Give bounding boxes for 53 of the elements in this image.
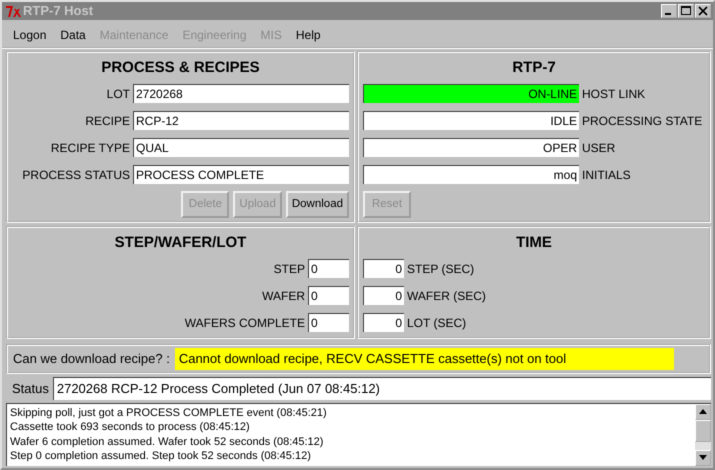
field-label: HOST LINK	[582, 86, 646, 101]
scroll-thumb[interactable]	[695, 420, 711, 442]
panel-title: RTP-7	[511, 58, 557, 78]
text-field[interactable]: PROCESS COMPLETE	[133, 165, 349, 184]
log-line: Step 0 completion assumed. Step took 52 seconds (08:45:12)	[10, 449, 312, 464]
field-label: INITIALS	[582, 168, 631, 182]
close-button[interactable]	[695, 4, 711, 18]
field-label: WAFER	[262, 288, 305, 303]
app-logo-icon	[5, 4, 21, 18]
button[interactable]: Download	[286, 190, 349, 218]
field-label: STEP (SEC)	[407, 262, 474, 276]
panel-title: TIME	[515, 232, 553, 253]
text-field[interactable]: 0	[308, 313, 349, 332]
panel-title: PROCESS & RECIPES	[100, 58, 261, 78]
log-line: Skipping poll, just got a PROCESS COMPLETE event (08:45:21)	[10, 406, 328, 420]
minimize-button[interactable]	[661, 4, 677, 18]
field-label: WAFER (SEC)	[407, 288, 486, 303]
log-line: Wafer 6 completion assumed. Wafer took 52 seconds (08:45:12)	[10, 434, 324, 450]
status-field: moq	[363, 165, 579, 184]
status-field: 2720268 RCP-12 Process Completed (Jun 07 08:45:12)	[52, 376, 711, 400]
scrollbar[interactable]	[695, 404, 711, 466]
text-field[interactable]: RCP-12	[133, 111, 349, 130]
field-label: LOT	[106, 86, 130, 101]
maximize-icon	[681, 6, 691, 16]
text-field[interactable]: 0	[308, 286, 349, 306]
status-field: OPER	[363, 138, 579, 158]
menu-item[interactable]: Help	[288, 28, 328, 42]
maximize-button[interactable]	[678, 4, 694, 18]
menu-item[interactable]: Data	[53, 28, 93, 42]
field-label: PROCESSING STATE	[582, 114, 702, 128]
field-label: USER	[582, 140, 616, 155]
scroll-down-icon[interactable]	[695, 450, 711, 466]
field-label: STEP	[274, 262, 305, 276]
warning-message: Cannot download recipe, RECV CASSETTE cassette(s) not on tool	[174, 348, 674, 370]
log-line: Cassette took 693 seconds to process (08:45:12)	[10, 420, 251, 435]
text-field[interactable]: 2720268	[133, 84, 349, 104]
scroll-up-icon[interactable]	[695, 404, 711, 420]
field-label: LOT (SEC)	[407, 316, 466, 330]
field-label: RECIPE	[85, 114, 130, 128]
window-title: RTP-7 Host	[23, 3, 94, 18]
status-label: Status	[11, 380, 49, 396]
menu-item[interactable]: Logon	[6, 28, 54, 42]
panel-title: STEP/WAFER/LOT	[114, 232, 248, 253]
text-field[interactable]: QUAL	[133, 138, 349, 158]
field-label: RECIPE TYPE	[50, 140, 130, 155]
close-icon	[698, 6, 708, 16]
status-field: IDLE	[363, 111, 579, 130]
status-field: ON-LINE	[363, 84, 579, 104]
minimize-icon	[665, 12, 671, 15]
field-label: PROCESS STATUS	[22, 168, 130, 182]
text-field[interactable]: 0	[308, 259, 349, 278]
question-label: Can we download recipe? :	[13, 351, 170, 366]
field-label: WAFERS COMPLETE	[184, 316, 305, 330]
